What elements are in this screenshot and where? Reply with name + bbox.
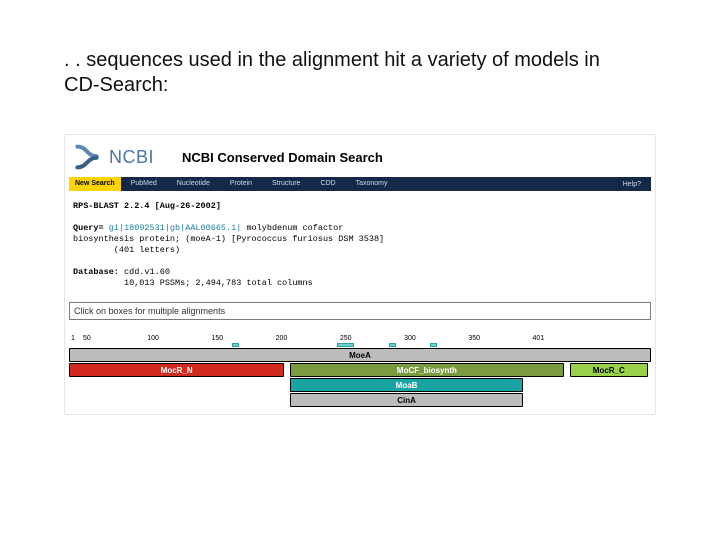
navbar: New Search PubMed Nucleotide Protein Str…	[69, 177, 651, 191]
feature-ticks	[69, 343, 651, 347]
database-label: Database:	[73, 267, 119, 277]
nav-new-search[interactable]: New Search	[69, 177, 121, 191]
nav-pubmed[interactable]: PubMed	[121, 177, 167, 191]
screenshot-panel: NCBI NCBI Conserved Domain Search New Se…	[64, 134, 656, 415]
query-desc-1: molybdenum cofactor	[241, 223, 343, 233]
query-desc-2: biosynthesis protein; (moeA-1) [Pyrococc…	[73, 234, 384, 244]
multi-align-tip-field	[69, 302, 651, 320]
domain-bar-mocrn[interactable]: MocR_N	[69, 363, 284, 377]
domain-track-row2: MocR_N MoCF_biosynth MocR_C	[69, 363, 651, 377]
nav-help[interactable]: Help?	[613, 181, 651, 188]
multi-align-tip	[69, 301, 651, 320]
domain-bar-moea[interactable]: MoeA	[69, 348, 651, 362]
nav-taxonomy[interactable]: Taxonomy	[346, 177, 398, 191]
rpsblast-version: RPS-BLAST 2.2.4 [Aug-26-2002]	[73, 201, 221, 211]
query-accession-link[interactable]: gi|18092531|gb|AAL00665.1|	[104, 223, 242, 233]
database-stats: 10,013 PSSMs; 2,494,783 total columns	[73, 278, 313, 288]
domain-track-moea: MoeA	[69, 348, 651, 362]
ruler-tick: 401	[533, 335, 597, 342]
domain-track-moab: MoaB	[69, 378, 651, 392]
domain-label: MocR_C	[593, 366, 625, 375]
nav-structure[interactable]: Structure	[262, 177, 310, 191]
domain-label: MocR_N	[161, 366, 193, 375]
domain-label: CinA	[397, 396, 416, 405]
domain-bar-mocrc[interactable]: MocR_C	[570, 363, 649, 377]
ruler-tick: 50	[83, 335, 147, 342]
domain-bar-cina[interactable]: CinA	[290, 393, 523, 407]
domain-label: MoeA	[349, 351, 371, 360]
ruler-tick: 150	[211, 335, 275, 342]
ncbi-header: NCBI NCBI Conserved Domain Search	[69, 139, 651, 177]
result-metadata: RPS-BLAST 2.2.4 [Aug-26-2002] Query= gi|…	[69, 191, 651, 301]
ruler-tick: 100	[147, 335, 211, 342]
page-title: NCBI Conserved Domain Search	[182, 150, 383, 165]
ncbi-logo: NCBI	[71, 143, 154, 171]
nav-nucleotide[interactable]: Nucleotide	[167, 177, 220, 191]
nav-cdd[interactable]: CDD	[310, 177, 345, 191]
ruler-tick: 250	[340, 335, 404, 342]
slide-heading: . . sequences used in the alignment hit …	[64, 48, 624, 98]
query-label: Query=	[73, 223, 104, 233]
nav-protein[interactable]: Protein	[220, 177, 262, 191]
ruler-tick: 1	[71, 335, 83, 342]
domain-label: MoaB	[396, 381, 418, 390]
ncbi-logo-text: NCBI	[109, 147, 154, 168]
position-ruler: 1 50 100 150 200 250 300 350 401	[69, 328, 651, 342]
database-name: cdd.v1.60	[119, 267, 170, 277]
domain-label: MoCF_biosynth	[397, 366, 457, 375]
domain-bar-moab[interactable]: MoaB	[290, 378, 523, 392]
domain-bar-mocf[interactable]: MoCF_biosynth	[290, 363, 564, 377]
query-length: (401 letters)	[73, 245, 180, 255]
domain-track-cina: CinA	[69, 393, 651, 407]
ruler-tick: 200	[276, 335, 340, 342]
ncbi-helix-icon	[71, 143, 103, 171]
ruler-tick: 300	[404, 335, 468, 342]
ruler-tick: 350	[468, 335, 532, 342]
